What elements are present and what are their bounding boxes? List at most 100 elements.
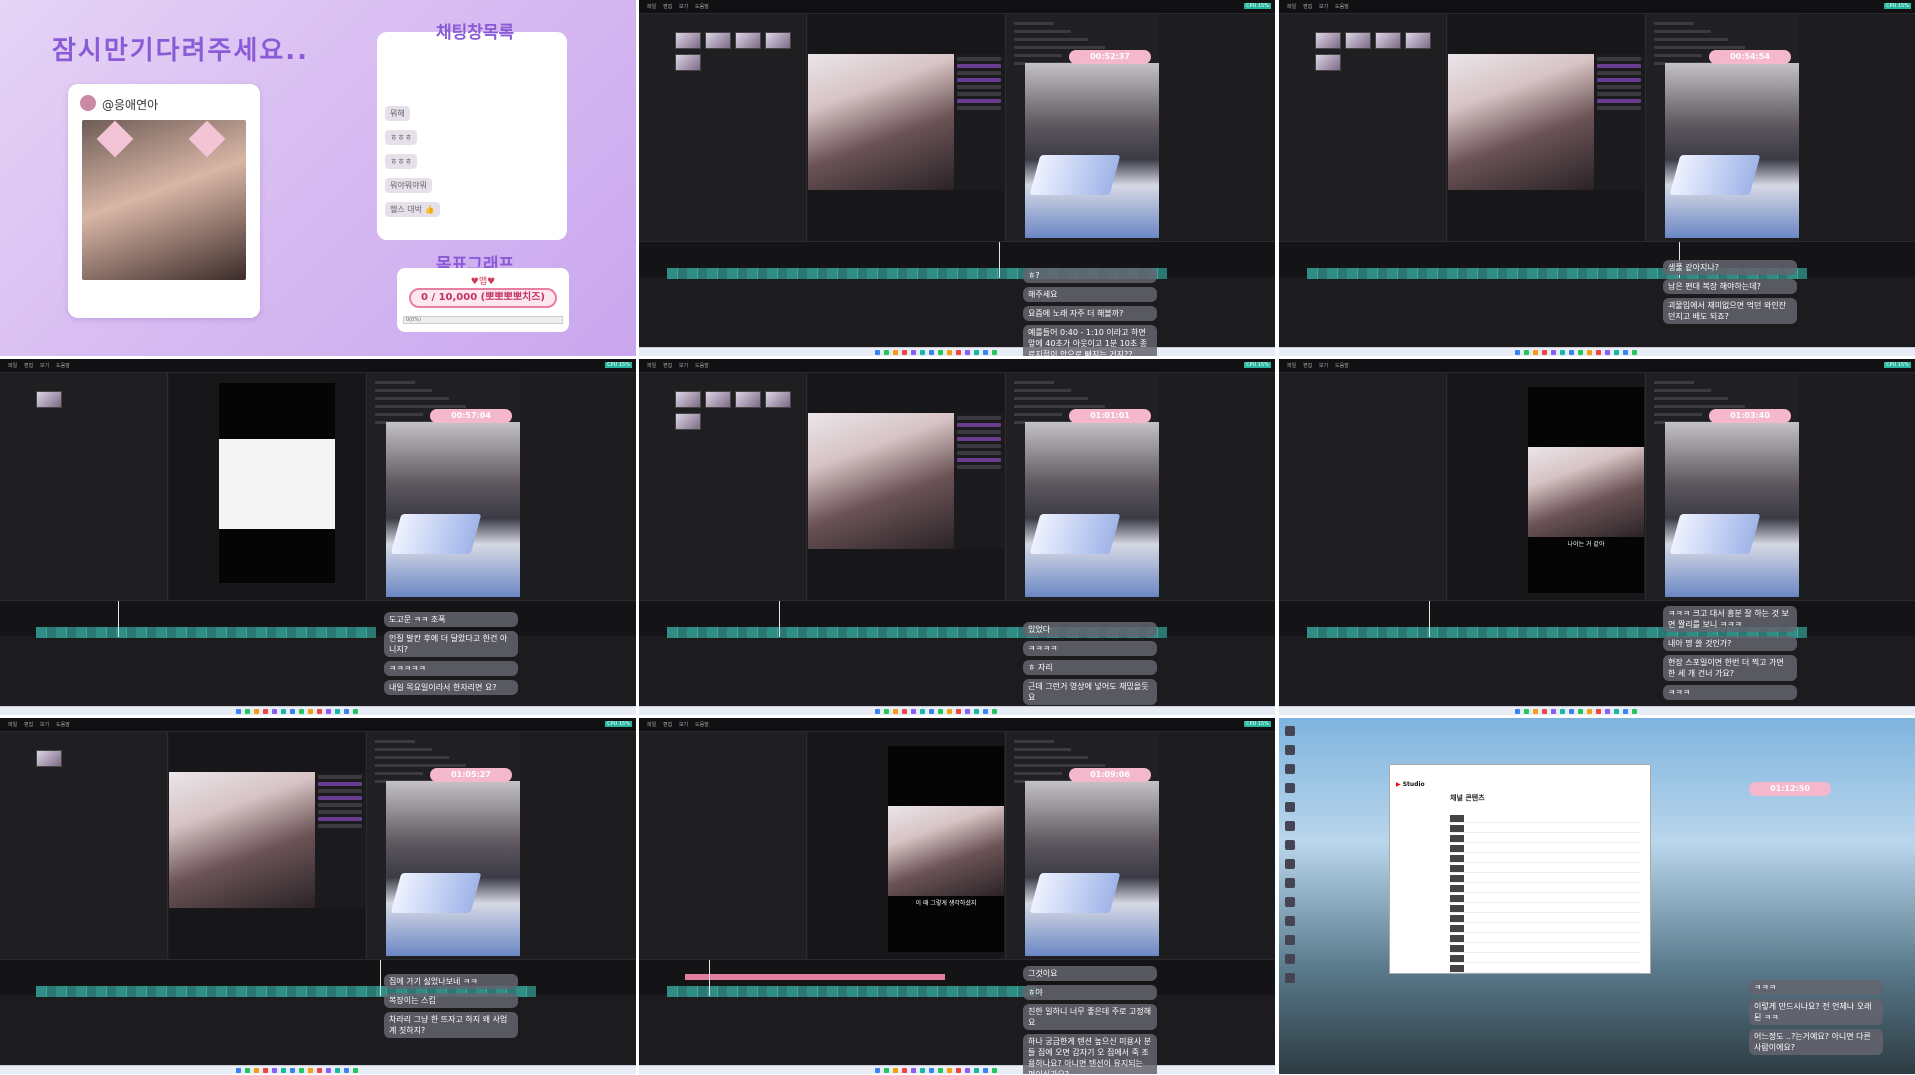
taskbar-app-icon[interactable] — [893, 709, 898, 714]
taskbar-app-icon[interactable] — [893, 350, 898, 355]
menu-item[interactable]: 보기 — [40, 721, 49, 728]
taskbar-app-icon[interactable] — [1569, 350, 1574, 355]
taskbar-app-icon[interactable] — [308, 1068, 313, 1073]
menu-item[interactable]: 편집 — [663, 721, 672, 728]
taskbar-app-icon[interactable] — [281, 1068, 286, 1073]
media-thumbnail[interactable] — [1345, 32, 1371, 49]
taskbar-app-icon[interactable] — [983, 350, 988, 355]
desktop-app-icon[interactable] — [1285, 916, 1295, 926]
taskbar-app-icon[interactable] — [929, 709, 934, 714]
timeline-playhead[interactable] — [1429, 601, 1430, 637]
taskbar-app-icon[interactable] — [929, 350, 934, 355]
menu-item[interactable]: 보기 — [40, 362, 49, 369]
menu-item[interactable]: 파일 — [647, 721, 656, 728]
taskbar-app-icon[interactable] — [1605, 709, 1610, 714]
timeline[interactable] — [1279, 241, 1915, 279]
taskbar-app-icon[interactable] — [1515, 350, 1520, 355]
taskbar-app-icon[interactable] — [245, 709, 250, 714]
preview-video-frame[interactable] — [1448, 54, 1594, 190]
taskbar-app-icon[interactable] — [974, 350, 979, 355]
taskbar-app-icon[interactable] — [1632, 709, 1637, 714]
taskbar-app-icon[interactable] — [1614, 350, 1619, 355]
taskbar-app-icon[interactable] — [299, 709, 304, 714]
taskbar-app-icon[interactable] — [884, 350, 889, 355]
taskbar-app-icon[interactable] — [992, 709, 997, 714]
taskbar-app-icon[interactable] — [317, 1068, 322, 1073]
taskbar-app-icon[interactable] — [956, 709, 961, 714]
table-row[interactable] — [1450, 925, 1640, 933]
taskbar-app-icon[interactable] — [1587, 709, 1592, 714]
table-row[interactable] — [1450, 825, 1640, 833]
taskbar-app-icon[interactable] — [920, 1068, 925, 1073]
timeline-playhead[interactable] — [709, 960, 710, 996]
menu-item[interactable]: 편집 — [663, 362, 672, 369]
taskbar-app-icon[interactable] — [1560, 350, 1565, 355]
taskbar-app-icon[interactable] — [983, 1068, 988, 1073]
menu-item[interactable]: 파일 — [647, 3, 656, 10]
media-thumbnail[interactable] — [765, 32, 791, 49]
timeline-playhead[interactable] — [999, 242, 1000, 278]
taskbar-app-icon[interactable] — [317, 709, 322, 714]
taskbar-app-icon[interactable] — [1632, 350, 1637, 355]
menu-item[interactable]: 도움말 — [695, 721, 709, 728]
taskbar-app-icon[interactable] — [272, 1068, 277, 1073]
table-row[interactable] — [1450, 865, 1640, 873]
taskbar-app-icon[interactable] — [992, 350, 997, 355]
taskbar-app-icon[interactable] — [938, 1068, 943, 1073]
table-row[interactable] — [1450, 965, 1640, 973]
taskbar-app-icon[interactable] — [1551, 709, 1556, 714]
taskbar-app-icon[interactable] — [1524, 350, 1529, 355]
media-thumbnail[interactable] — [1315, 54, 1341, 71]
table-row[interactable] — [1450, 905, 1640, 913]
taskbar-app-icon[interactable] — [956, 350, 961, 355]
media-thumbnail[interactable] — [675, 54, 701, 71]
taskbar-app-icon[interactable] — [884, 709, 889, 714]
taskbar-app-icon[interactable] — [1605, 350, 1610, 355]
desktop-app-icon[interactable] — [1285, 878, 1295, 888]
timeline[interactable] — [639, 241, 1275, 279]
timeline[interactable] — [0, 600, 636, 638]
taskbar-app-icon[interactable] — [1596, 709, 1601, 714]
taskbar-app-icon[interactable] — [1623, 350, 1628, 355]
media-thumbnail[interactable] — [705, 391, 731, 408]
taskbar-app-icon[interactable] — [353, 1068, 358, 1073]
taskbar-app-icon[interactable] — [290, 709, 295, 714]
table-row[interactable] — [1450, 835, 1640, 843]
taskbar-app-icon[interactable] — [875, 350, 880, 355]
table-row[interactable] — [1450, 955, 1640, 963]
taskbar-app-icon[interactable] — [974, 1068, 979, 1073]
menu-item[interactable]: 편집 — [24, 721, 33, 728]
menu-item[interactable]: 편집 — [1303, 3, 1312, 10]
table-row[interactable] — [1450, 915, 1640, 923]
desktop-app-icon[interactable] — [1285, 859, 1295, 869]
taskbar-app-icon[interactable] — [920, 709, 925, 714]
media-thumbnail[interactable] — [1375, 32, 1401, 49]
desktop-app-icon[interactable] — [1285, 897, 1295, 907]
desktop-app-icon[interactable] — [1285, 840, 1295, 850]
desktop-app-icon[interactable] — [1285, 783, 1295, 793]
taskbar-app-icon[interactable] — [1515, 709, 1520, 714]
taskbar-app-icon[interactable] — [344, 1068, 349, 1073]
taskbar-app-icon[interactable] — [1614, 709, 1619, 714]
table-row[interactable] — [1450, 885, 1640, 893]
taskbar-app-icon[interactable] — [947, 709, 952, 714]
taskbar-app-icon[interactable] — [335, 1068, 340, 1073]
menu-item[interactable]: 도움말 — [56, 362, 70, 369]
taskbar-app-icon[interactable] — [1524, 709, 1529, 714]
timeline-audio-track[interactable] — [685, 974, 945, 980]
desktop-app-icon[interactable] — [1285, 821, 1295, 831]
timeline[interactable] — [639, 959, 1275, 997]
timeline[interactable] — [0, 959, 636, 997]
desktop-app-icon[interactable] — [1285, 802, 1295, 812]
taskbar-app-icon[interactable] — [902, 350, 907, 355]
media-thumbnail[interactable] — [36, 750, 62, 767]
taskbar-app-icon[interactable] — [1533, 709, 1538, 714]
taskbar-app-icon[interactable] — [911, 1068, 916, 1073]
desktop-app-icon[interactable] — [1285, 973, 1295, 983]
menu-item[interactable]: 보기 — [1319, 362, 1328, 369]
taskbar-app-icon[interactable] — [290, 1068, 295, 1073]
menu-item[interactable]: 편집 — [1303, 362, 1312, 369]
menu-item[interactable]: 보기 — [679, 3, 688, 10]
media-thumbnail[interactable] — [675, 32, 701, 49]
menu-item[interactable]: 파일 — [8, 721, 17, 728]
